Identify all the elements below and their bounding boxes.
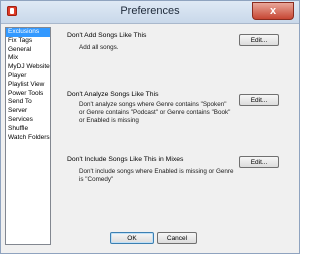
title-bar[interactable]: Preferences x: [1, 1, 299, 24]
sidebar-item-fix-tags[interactable]: Fix Tags: [6, 37, 50, 46]
sidebar-item-send-to[interactable]: Send To: [6, 98, 50, 107]
cancel-button[interactable]: Cancel: [157, 232, 197, 244]
sidebar-item-mydj-website[interactable]: MyDJ Website: [6, 63, 50, 72]
section-title-dont-add: Don't Add Songs Like This: [67, 32, 147, 39]
sidebar-item-mix[interactable]: Mix: [6, 54, 50, 63]
section-desc-dont-include: Don't include songs where Enabled is mis…: [79, 168, 234, 183]
sidebar-item-player[interactable]: Player: [6, 72, 50, 81]
sidebar-item-services[interactable]: Services: [6, 116, 50, 125]
sidebar-item-general[interactable]: General: [6, 46, 50, 55]
edit-dont-add-button[interactable]: Edit...: [239, 34, 279, 46]
ok-button[interactable]: OK: [110, 232, 154, 244]
close-button[interactable]: x: [252, 2, 294, 20]
sidebar-item-playlist-view[interactable]: Playlist View: [6, 81, 50, 90]
category-list[interactable]: Exclusions Fix Tags General Mix MyDJ Website…: [5, 27, 51, 245]
edit-dont-analyze-button[interactable]: Edit...: [239, 94, 279, 106]
section-desc-dont-analyze: Don't analyze songs where Genre contains…: [79, 101, 231, 124]
sidebar-item-exclusions[interactable]: Exclusions: [6, 28, 50, 37]
sidebar-item-server[interactable]: Server: [6, 107, 50, 116]
sidebar-item-power-tools[interactable]: Power Tools: [6, 90, 50, 99]
section-title-dont-include: Don't Include Songs Like This in Mixes: [67, 156, 184, 163]
section-desc-dont-add: Add all songs.: [79, 44, 119, 51]
edit-dont-include-button[interactable]: Edit...: [239, 156, 279, 168]
section-title-dont-analyze: Don't Analyze Songs Like This: [67, 91, 159, 98]
sidebar-item-shuffle[interactable]: Shuffle: [6, 125, 50, 134]
preferences-window: Preferences x Exclusions Fix Tags General M…: [0, 0, 300, 254]
sidebar-item-watch-folders[interactable]: Watch Folders: [6, 134, 50, 143]
